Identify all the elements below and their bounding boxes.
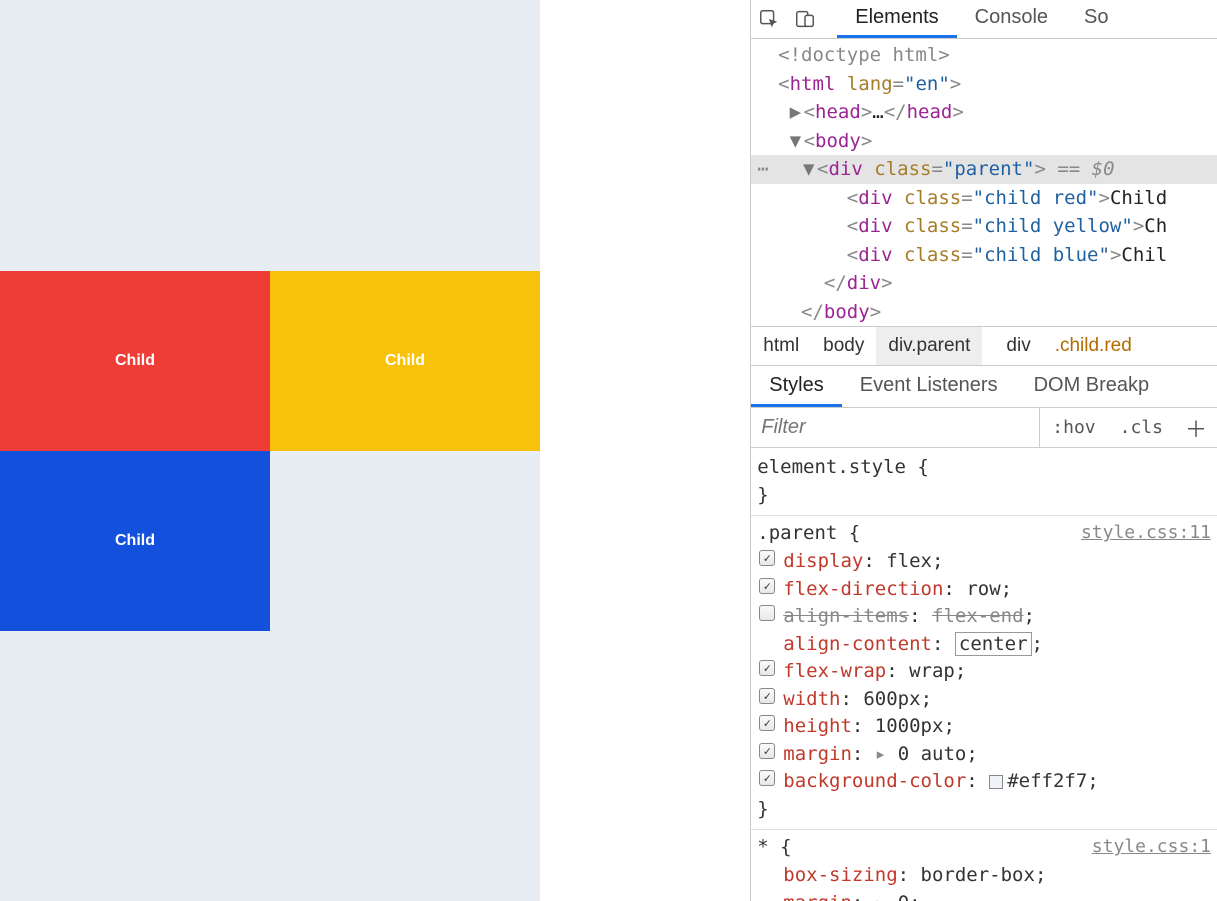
checkbox-icon[interactable]: ✓ [759, 660, 775, 676]
tab-sources[interactable]: So [1066, 0, 1126, 38]
checkbox-icon[interactable]: ✓ [759, 688, 775, 704]
value-editor[interactable]: center [955, 632, 1032, 656]
hov-toggle[interactable]: :hov [1040, 417, 1107, 438]
dom-doctype[interactable]: <!doctype html> [751, 41, 1217, 70]
checkbox-icon[interactable]: ✓ [759, 550, 775, 566]
child-box-blue[interactable]: Child [0, 451, 270, 631]
styles-subtabs: Styles Event Listeners DOM Breakp [751, 366, 1217, 408]
element-style-close: } [757, 482, 1211, 510]
subtab-dom-breakpoints[interactable]: DOM Breakp [1016, 366, 1168, 407]
dom-parent-div[interactable]: ⋯ ▼<div class="parent"> == $0 [751, 155, 1217, 184]
parent-container[interactable]: Child Child Child [0, 0, 540, 901]
dom-tree[interactable]: <!doctype html> <html lang="en"> ▶<head>… [751, 39, 1217, 326]
subtab-styles[interactable]: Styles [751, 366, 841, 407]
checkbox-icon[interactable]: ✓ [759, 743, 775, 759]
selector-parent[interactable]: .parent { [757, 520, 860, 548]
styles-filter-input[interactable] [751, 408, 1040, 447]
decl-margin[interactable]: ✓margin: ▸ 0 auto; [757, 741, 1211, 769]
dom-html-open[interactable]: <html lang="en"> [751, 70, 1217, 99]
subtab-event-listeners[interactable]: Event Listeners [842, 366, 1016, 407]
breadcrumb-body[interactable]: body [811, 327, 876, 365]
dom-child-blue[interactable]: <div class="child blue">Chil [751, 241, 1217, 270]
checkbox-icon[interactable]: ✓ [759, 578, 775, 594]
breadcrumb-html[interactable]: html [751, 327, 811, 365]
decl-background-color[interactable]: ✓background-color: #eff2f7; [757, 768, 1211, 796]
rendered-page: Child Child Child [0, 0, 750, 901]
dom-div-close[interactable]: </div> [751, 269, 1217, 298]
breadcrumb: html body div.parent div.child.red [751, 326, 1217, 366]
devtools-panel: Elements Console So <!doctype html> <htm… [750, 0, 1217, 901]
decl-align-items[interactable]: ✓align-items: flex-end; [757, 603, 1211, 631]
rule-universal[interactable]: * { style.css:1 box-sizing: border-box; … [757, 832, 1211, 901]
decl-box-sizing[interactable]: box-sizing: border-box; [757, 862, 1211, 890]
decl-margin-universal[interactable]: margin: ▸ 0; [757, 890, 1211, 901]
color-swatch-icon[interactable] [989, 775, 1003, 789]
tab-console[interactable]: Console [957, 0, 1066, 38]
breadcrumb-parent[interactable]: div.parent [876, 327, 982, 365]
dom-body-close[interactable]: </body> [751, 298, 1217, 327]
styles-pane[interactable]: element.style { } .parent { style.css:11… [751, 448, 1217, 901]
decl-display[interactable]: ✓display: flex; [757, 548, 1211, 576]
decl-height[interactable]: ✓height: 1000px; [757, 713, 1211, 741]
selector-universal[interactable]: * { [757, 834, 791, 862]
source-link-parent[interactable]: style.css:11 [1081, 520, 1211, 548]
decl-flex-direction[interactable]: ✓flex-direction: row; [757, 576, 1211, 604]
cls-toggle[interactable]: .cls [1108, 417, 1175, 438]
element-style-open: element.style { [757, 454, 1211, 482]
dom-head[interactable]: ▶<head>…</head> [751, 98, 1217, 127]
inspect-element-icon[interactable] [751, 0, 787, 38]
dom-body-open[interactable]: ▼<body> [751, 127, 1217, 156]
dom-child-red[interactable]: <div class="child red">Child [751, 184, 1217, 213]
tab-elements[interactable]: Elements [837, 0, 956, 38]
decl-width[interactable]: ✓width: 600px; [757, 686, 1211, 714]
checkbox-icon[interactable]: ✓ [759, 715, 775, 731]
decl-align-content[interactable]: align-content: center; [757, 631, 1211, 659]
new-style-rule-icon[interactable]: ＋ [1175, 412, 1217, 444]
rule-close-brace: } [757, 796, 1211, 824]
breadcrumb-child[interactable]: div.child.red [982, 327, 1155, 365]
devtools-top-bar: Elements Console So [751, 0, 1217, 39]
dom-child-yellow[interactable]: <div class="child yellow">Ch [751, 212, 1217, 241]
child-box-red[interactable]: Child [0, 271, 270, 451]
checkbox-icon[interactable]: ✓ [759, 605, 775, 621]
rule-element-style[interactable]: element.style { } [757, 452, 1211, 511]
styles-filter-bar: :hov .cls ＋ [751, 408, 1217, 448]
rule-parent[interactable]: .parent { style.css:11 ✓display: flex; ✓… [757, 518, 1211, 825]
checkbox-icon[interactable]: ✓ [759, 770, 775, 786]
decl-flex-wrap[interactable]: ✓flex-wrap: wrap; [757, 658, 1211, 686]
device-toolbar-icon[interactable] [787, 0, 823, 38]
child-box-yellow[interactable]: Child [270, 271, 540, 451]
source-link-universal[interactable]: style.css:1 [1092, 834, 1211, 862]
